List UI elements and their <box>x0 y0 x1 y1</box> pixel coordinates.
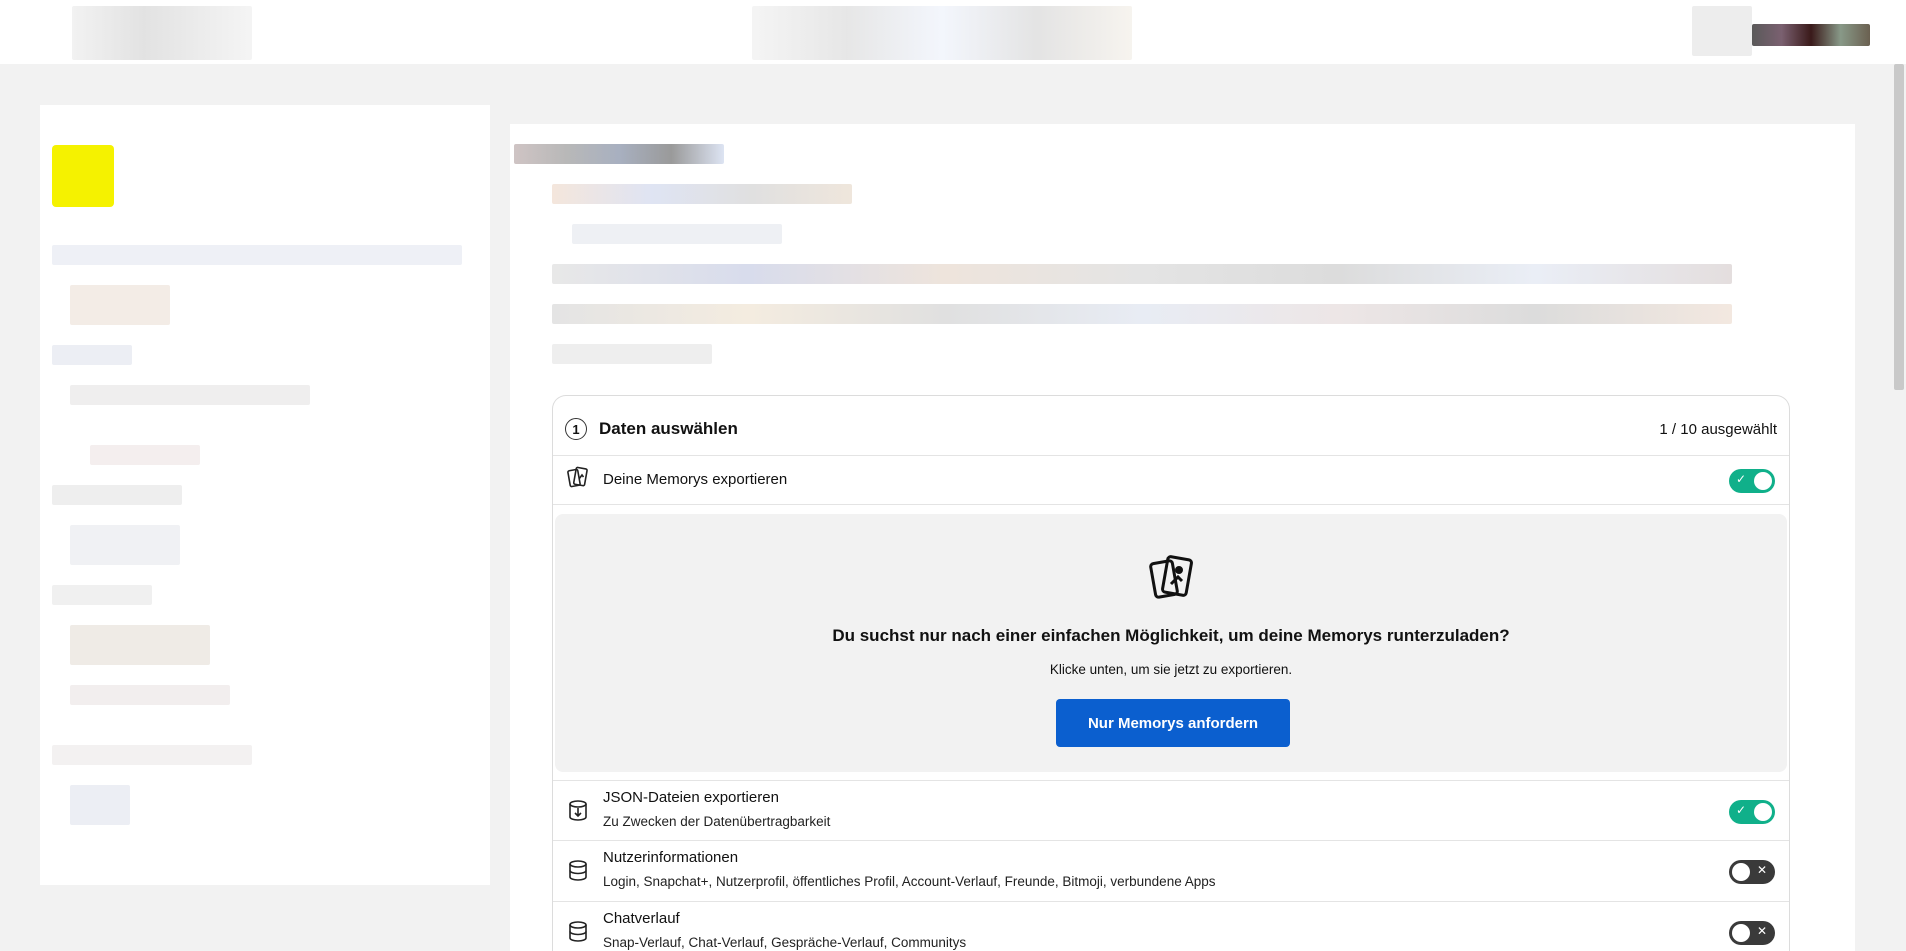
step-header: 1 Daten auswählen 1 / 10 ausgewählt <box>553 396 1789 456</box>
memories-icon <box>1149 554 1197 609</box>
blurred-header-center <box>752 6 1132 60</box>
close-icon: ✕ <box>1756 863 1767 877</box>
database-icon <box>567 920 589 949</box>
blurred-sidebar-item[interactable] <box>70 285 170 325</box>
scrollbar-thumb[interactable] <box>1894 64 1904 390</box>
option-subtitle: Snap-Verlauf, Chat-Verlauf, Gespräche-Ve… <box>603 935 967 950</box>
logo <box>52 145 114 207</box>
blurred-description <box>552 264 1732 284</box>
memories-export-label: Deine Memorys exportieren <box>603 471 788 488</box>
promo-title: Du suchst nur nach einer einfachen Mögli… <box>832 626 1510 645</box>
option-row-user-info[interactable]: Nutzerinformationen Login, Snapchat+, Nu… <box>553 841 1789 902</box>
blurred-page-title <box>514 144 724 164</box>
option-subtitle: Login, Snapchat+, Nutzerprofil, öffentli… <box>603 874 1216 889</box>
request-memories-button[interactable]: Nur Memorys anfordern <box>1056 699 1290 747</box>
blurred-sidebar-item[interactable] <box>70 785 130 825</box>
option-title: Chatverlauf <box>603 910 680 927</box>
top-bar <box>0 0 1906 64</box>
option-subtitle: Zu Zwecken der Datenübertragbarkeit <box>603 814 831 829</box>
option-row-chat-history[interactable]: Chatverlauf Snap-Verlauf, Chat-Verlauf, … <box>553 902 1789 951</box>
blurred-description <box>552 304 1732 324</box>
blurred-sidebar-item[interactable] <box>70 625 210 665</box>
blurred-sidebar-item[interactable] <box>52 585 152 605</box>
blurred-sidebar-item[interactable] <box>90 445 200 465</box>
database-icon <box>567 859 589 888</box>
blurred-sidebar-item[interactable] <box>52 485 182 505</box>
blurred-avatar-strip <box>1752 24 1870 46</box>
user-info-toggle[interactable]: ✕ <box>1729 860 1775 884</box>
blurred-description <box>552 344 712 364</box>
json-export-toggle[interactable]: ✓ <box>1729 800 1775 824</box>
memories-export-row[interactable]: Deine Memorys exportieren ✓ <box>553 456 1789 505</box>
chat-history-toggle[interactable]: ✕ <box>1729 921 1775 945</box>
memories-export-toggle[interactable]: ✓ <box>1729 469 1775 493</box>
close-icon: ✕ <box>1756 924 1767 938</box>
blurred-subtitle <box>572 224 782 244</box>
option-title: JSON-Dateien exportieren <box>603 789 779 806</box>
toggle-knob <box>1754 803 1772 821</box>
blurred-subtitle <box>552 184 852 204</box>
check-icon: ✓ <box>1736 472 1747 486</box>
blurred-sidebar-item[interactable] <box>52 345 132 365</box>
blurred-sidebar-item[interactable] <box>70 685 230 705</box>
blurred-sidebar-item[interactable] <box>52 245 462 265</box>
blurred-sidebar-item[interactable] <box>52 745 252 765</box>
sidebar <box>40 105 490 885</box>
memories-icon <box>567 466 589 495</box>
option-row-json[interactable]: JSON-Dateien exportieren Zu Zwecken der … <box>553 780 1789 841</box>
step-title: Daten auswählen <box>599 419 738 438</box>
page-scrollbar[interactable] <box>1892 64 1906 951</box>
blurred-sidebar-item[interactable] <box>70 385 310 405</box>
json-export-icon <box>567 799 589 828</box>
data-selection-card: 1 Daten auswählen 1 / 10 ausgewählt Dein… <box>552 395 1790 951</box>
blurred-header-right <box>1692 6 1752 56</box>
step-number: 1 <box>565 418 587 440</box>
toggle-knob <box>1732 863 1750 881</box>
promo-text: Klicke unten, um sie jetzt zu exportiere… <box>1049 662 1293 677</box>
blurred-header-left <box>72 6 252 60</box>
option-title: Nutzerinformationen <box>603 849 739 866</box>
toggle-knob <box>1754 472 1772 490</box>
toggle-knob <box>1732 924 1750 942</box>
memories-promo: Du suchst nur nach einer einfachen Mögli… <box>555 514 1787 772</box>
selection-count: 1 / 10 ausgewählt <box>1659 421 1777 438</box>
blurred-sidebar-item[interactable] <box>70 525 180 565</box>
check-icon: ✓ <box>1736 803 1747 817</box>
